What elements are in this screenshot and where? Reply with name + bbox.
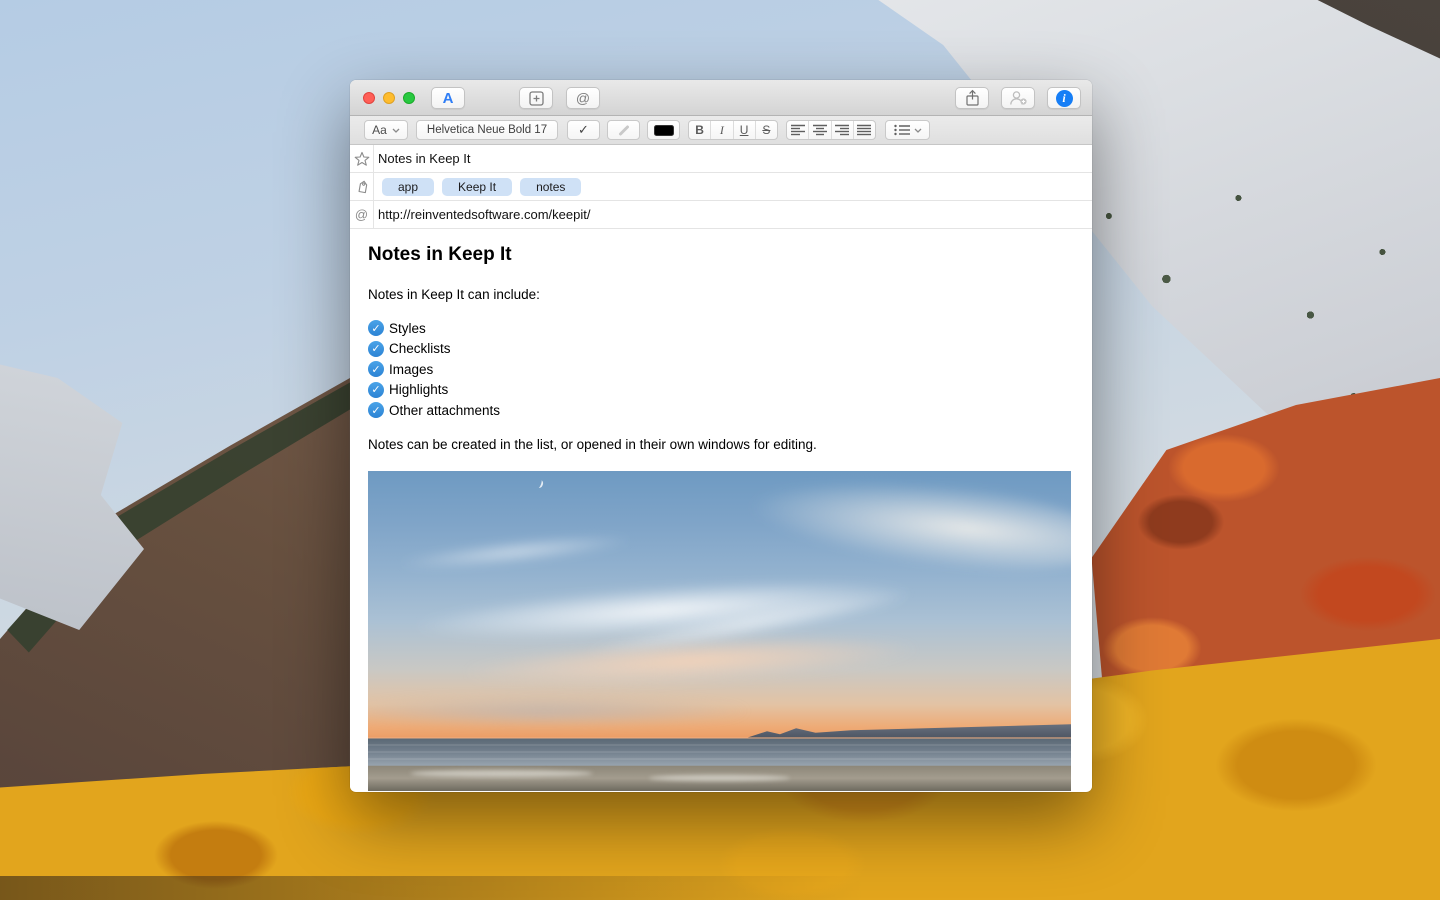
cloud [396,528,636,575]
add-link-button[interactable]: @ [566,87,600,109]
sea [368,737,1071,765]
format-panel-button[interactable]: A [431,87,465,109]
checked-checkbox-icon[interactable]: ✓ [368,402,384,418]
font-button[interactable]: Helvetica Neue Bold 17 [416,120,558,140]
tide-pool [410,770,593,777]
underline-button[interactable]: U [733,121,755,139]
tag-pill[interactable]: Keep It [442,178,512,196]
paragraph-style-label: Aa [372,123,387,137]
checklist-item: ✓ Styles [368,318,1092,339]
info-button[interactable]: i [1047,87,1081,109]
headland-silhouette [748,723,1071,738]
italic-button[interactable]: I [710,121,732,139]
checklist-item: ✓ Checklists [368,339,1092,360]
share-button[interactable] [955,87,989,109]
tag-icon [350,173,374,200]
note-title-field[interactable]: Notes in Keep It [378,151,471,166]
checkmark-icon: ✓ [578,122,589,138]
strikethrough-button[interactable]: S [755,121,777,139]
zoom-button[interactable] [403,92,415,104]
checklist-item-label: Other attachments [389,403,500,418]
checked-checkbox-icon[interactable]: ✓ [368,320,384,336]
checklist-item-label: Checklists [389,341,451,356]
close-button[interactable] [363,92,375,104]
align-justify-button[interactable] [853,121,875,139]
checklist-item-label: Images [389,362,433,377]
format-panel-label: A [443,90,454,107]
note-heading: Notes in Keep It [368,243,1092,267]
checklist-button[interactable]: ✓ [567,120,600,140]
font-label: Helvetica Neue Bold 17 [427,124,547,136]
checklist: ✓ Styles ✓ Checklists ✓ Images ✓ Highlig… [368,318,1092,421]
info-icon: i [1056,90,1073,107]
note-url-field[interactable]: http://reinventedsoftware.com/keepit/ [378,207,590,222]
titlebar[interactable]: A @ i [350,80,1092,116]
checklist-item: ✓ Highlights [368,380,1092,401]
share-note-button[interactable] [1001,87,1035,109]
note-metadata: Notes in Keep It app Keep It notes @ htt… [350,145,1092,229]
cloud [368,695,748,727]
checklist-item: ✓ Other attachments [368,400,1092,421]
checklist-item-label: Highlights [389,382,448,397]
note-editor[interactable]: Notes in Keep It Notes in Keep It can in… [350,229,1092,791]
align-center-button[interactable] [808,121,830,139]
marker-pen-icon [617,123,631,137]
wallpaper-ground-shadow [0,876,864,900]
list-style-dropdown[interactable] [885,120,930,140]
tag-list: app Keep It notes [382,178,581,196]
text-color-button[interactable] [647,120,680,140]
traffic-lights [363,92,415,104]
bold-button[interactable]: B [689,121,710,139]
text-style-segment: B I U S [688,120,778,140]
share-icon [965,89,980,107]
title-row: Notes in Keep It [350,145,1092,173]
checklist-item: ✓ Images [368,359,1092,380]
moon-crescent [536,479,544,489]
star-icon[interactable] [350,145,374,172]
chevron-down-icon [914,128,922,133]
align-left-button[interactable] [787,121,808,139]
checked-checkbox-icon[interactable]: ✓ [368,382,384,398]
at-icon: @ [576,90,590,106]
note-intro: Notes in Keep It can include: [368,286,1092,303]
person-add-icon [1009,90,1028,106]
cloud [744,471,1071,586]
keepit-note-window: A @ i Aa [350,80,1092,792]
beach-sunset-photo[interactable] [368,471,1071,791]
tide-pool [649,775,790,781]
tag-pill[interactable]: app [382,178,434,196]
tag-pill[interactable]: notes [520,178,581,196]
new-note-icon [528,90,545,107]
checked-checkbox-icon[interactable]: ✓ [368,361,384,377]
tags-row: app Keep It notes [350,173,1092,201]
highlight-button[interactable] [607,120,640,140]
align-right-button[interactable] [831,121,853,139]
chevron-down-icon [392,128,400,133]
note-outro: Notes can be created in the list, or ope… [368,436,1092,453]
minimize-button[interactable] [383,92,395,104]
format-toolbar: Aa Helvetica Neue Bold 17 ✓ B I U S [350,116,1092,145]
bullet-list-icon [894,124,910,136]
url-row: @ http://reinventedsoftware.com/keepit/ [350,201,1092,229]
new-note-button[interactable] [519,87,553,109]
alignment-segment [786,120,876,140]
paragraph-style-dropdown[interactable]: Aa [364,120,408,140]
checked-checkbox-icon[interactable]: ✓ [368,341,384,357]
at-icon: @ [350,201,374,228]
color-swatch [654,125,674,136]
checklist-item-label: Styles [389,321,426,336]
